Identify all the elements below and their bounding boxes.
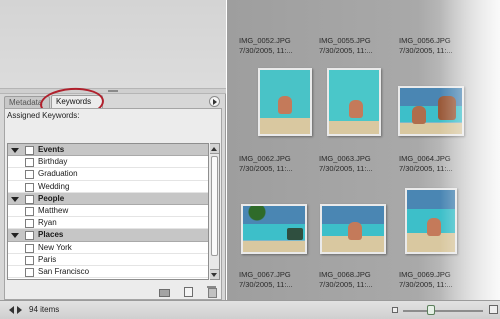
category-label: People <box>38 193 65 203</box>
category-label: Events <box>38 145 65 154</box>
file-name: IMG_0069.JPG <box>399 270 451 279</box>
panel-toggle[interactable] <box>9 306 25 315</box>
thumbnail-cell[interactable]: IMG_0062.JPG 7/30/2005, 11:... <box>239 68 315 173</box>
photo-thumbnail[interactable] <box>398 86 464 136</box>
thumbnail-cell[interactable]: IMG_0063.JPG 7/30/2005, 11:... <box>319 68 395 173</box>
keyword-label: Birthday <box>38 157 68 167</box>
scroll-thumb[interactable] <box>211 156 218 256</box>
scroll-up-icon[interactable] <box>210 144 219 154</box>
item-count: 94 items <box>29 305 60 314</box>
new-keyword-icon[interactable] <box>183 286 193 297</box>
keyword-category-events[interactable]: Events <box>8 144 208 157</box>
panel-tabs: Metadata Keywords <box>4 95 222 108</box>
keyword-item[interactable]: New York <box>8 242 208 254</box>
photo-thumbnail[interactable] <box>327 68 381 136</box>
keyword-checkbox[interactable] <box>25 219 34 229</box>
left-panel: Metadata Keywords Assigned Keywords: Eve… <box>0 0 226 300</box>
keyword-category-people[interactable]: People <box>8 192 208 205</box>
keyword-item[interactable]: Wedding <box>8 181 208 193</box>
file-date: 7/30/2005, 11:... <box>239 46 293 55</box>
file-date: 7/30/2005, 11:... <box>319 46 373 55</box>
arrow-left-icon[interactable] <box>9 306 14 314</box>
keyword-item[interactable]: Birthday <box>8 156 208 169</box>
photo-thumbnail[interactable] <box>258 68 312 136</box>
panel-menu-icon[interactable] <box>209 96 220 107</box>
keyword-checkbox[interactable] <box>25 255 34 265</box>
expand-triangle-icon[interactable] <box>11 233 19 239</box>
bridge-window: Metadata Keywords Assigned Keywords: Eve… <box>0 0 500 319</box>
category-checkbox[interactable] <box>25 231 34 241</box>
keywords-list: Events Birthday Graduation Wedding Peopl… <box>7 143 209 280</box>
keyword-checkbox[interactable] <box>25 170 34 180</box>
file-date: 7/30/2005, 11:... <box>319 280 373 289</box>
keywords-panel: Assigned Keywords: Events Birthday Gradu… <box>4 108 222 300</box>
thumbnail-cell[interactable]: IMG_0052.JPG 7/30/2005, 11:... <box>239 0 315 55</box>
keyword-checkbox[interactable] <box>25 243 34 253</box>
scroll-down-icon[interactable] <box>210 269 219 279</box>
photo-thumbnail[interactable] <box>320 204 386 254</box>
category-checkbox[interactable] <box>25 194 34 204</box>
status-bar: 94 items <box>0 300 500 319</box>
keyword-label: Ryan <box>38 218 57 228</box>
file-name: IMG_0062.JPG <box>239 154 291 163</box>
file-date: 7/30/2005, 11:... <box>319 164 373 173</box>
keyword-item[interactable]: Matthew <box>8 205 208 218</box>
file-name: IMG_0063.JPG <box>319 154 371 163</box>
thumbnail-grid: IMG_0052.JPG 7/30/2005, 11:... IMG_0055.… <box>227 0 500 300</box>
thumbnail-cell[interactable]: IMG_0069.JPG 7/30/2005, 11:... <box>399 188 475 289</box>
keyword-checkbox[interactable] <box>25 182 34 192</box>
assigned-keywords-label: Assigned Keywords: <box>7 111 80 120</box>
keyword-label: Matthew <box>38 205 69 215</box>
thumbnail-cell[interactable]: IMG_0056.JPG 7/30/2005, 11:... <box>399 0 475 55</box>
keyword-item[interactable]: San Francisco <box>8 266 208 279</box>
new-keyword-set-icon[interactable] <box>159 286 170 297</box>
file-date: 7/30/2005, 11:... <box>399 280 453 289</box>
keyword-label: New York <box>38 242 72 252</box>
keywords-scrollbar[interactable] <box>210 143 220 280</box>
keyword-category-places[interactable]: Places <box>8 229 208 242</box>
file-name: IMG_0055.JPG <box>319 36 371 45</box>
splitter-grip-icon[interactable] <box>108 90 118 92</box>
keyword-label: Wedding <box>38 181 70 191</box>
slider-thumb[interactable] <box>427 305 435 315</box>
zoom-out-icon[interactable] <box>392 307 398 313</box>
file-date: 7/30/2005, 11:... <box>239 164 293 173</box>
category-label: Places <box>38 230 64 240</box>
file-name: IMG_0052.JPG <box>239 36 291 45</box>
thumbnail-size-slider[interactable] <box>403 310 483 312</box>
zoom-in-icon[interactable] <box>489 305 498 314</box>
keyword-checkbox[interactable] <box>25 206 34 216</box>
file-date: 7/30/2005, 11:... <box>399 164 453 173</box>
keyword-checkbox[interactable] <box>25 267 34 277</box>
thumbnail-cell[interactable]: IMG_0067.JPG 7/30/2005, 11:... <box>239 188 315 289</box>
photo-thumbnail[interactable] <box>241 204 307 254</box>
expand-triangle-icon[interactable] <box>11 196 19 202</box>
file-date: 7/30/2005, 11:... <box>239 280 293 289</box>
keyword-checkbox[interactable] <box>25 158 34 168</box>
thumbnail-cell[interactable]: IMG_0055.JPG 7/30/2005, 11:... <box>319 0 395 55</box>
panel-splitter[interactable] <box>0 88 226 94</box>
file-name: IMG_0067.JPG <box>239 270 291 279</box>
trash-icon[interactable] <box>207 286 217 298</box>
category-checkbox[interactable] <box>25 146 34 155</box>
file-date: 7/30/2005, 11:... <box>399 46 453 55</box>
keyword-label: Graduation <box>38 169 78 179</box>
keyword-item[interactable]: Paris <box>8 254 208 266</box>
keyword-label: San Francisco <box>38 266 90 276</box>
file-name: IMG_0064.JPG <box>399 154 451 163</box>
thumbnail-cell[interactable]: IMG_0064.JPG 7/30/2005, 11:... <box>398 68 475 173</box>
keywords-toolbar <box>155 286 221 298</box>
expand-triangle-icon[interactable] <box>11 148 19 153</box>
thumbnail-cell[interactable]: IMG_0068.JPG 7/30/2005, 11:... <box>319 188 395 289</box>
keyword-label: Paris <box>38 254 57 264</box>
arrow-right-icon[interactable] <box>17 306 22 314</box>
keyword-item[interactable]: Ryan <box>8 217 208 230</box>
upper-panel-area <box>0 0 226 88</box>
photo-thumbnail[interactable] <box>405 188 457 254</box>
file-name: IMG_0068.JPG <box>319 270 371 279</box>
keyword-item[interactable]: Graduation <box>8 168 208 181</box>
file-name: IMG_0056.JPG <box>399 36 451 45</box>
